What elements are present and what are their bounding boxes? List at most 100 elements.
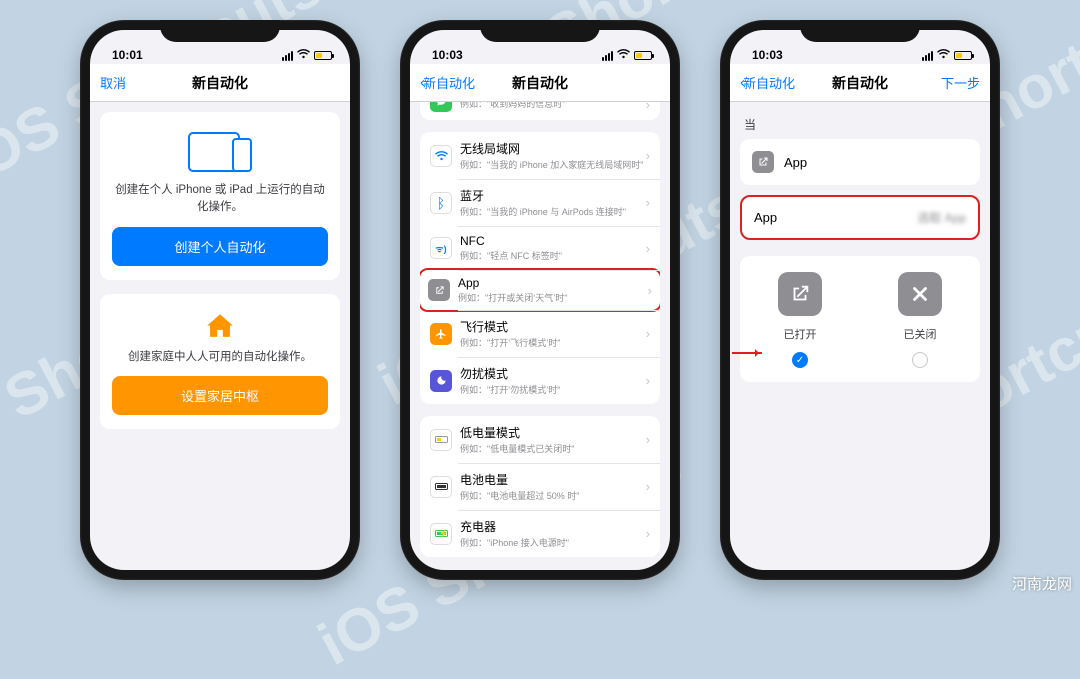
battery-level-icon	[430, 476, 452, 498]
option-closed[interactable]: 已关闭	[860, 272, 980, 368]
wifi-icon	[430, 145, 452, 167]
back-button[interactable]: ‹新自动化	[740, 73, 798, 92]
choose-app-value: 选取 App	[917, 209, 966, 226]
battery-icon	[954, 51, 972, 60]
close-x-icon	[898, 272, 942, 316]
next-button[interactable]: 下一步	[922, 73, 980, 92]
trigger-row-wifi[interactable]: 无线局域网例如："当我的 iPhone 加入家庭无线局域网时" ›	[420, 132, 660, 179]
section-label-when: 当	[744, 116, 976, 133]
card-description: 创建家庭中人人可用的自动化操作。	[112, 349, 328, 366]
phone-3: 10:03 ‹新自动化 新自动化 下一步 当 App App 选取 App	[720, 20, 1000, 580]
row-title: 充电器	[460, 518, 646, 535]
phone-1: 10:01 取消 新自动化 创建在个人 iPhone 或 iPad 上运行的自动…	[80, 20, 360, 580]
chevron-right-icon: ›	[646, 373, 650, 388]
radio-checked-icon[interactable]: ✓	[792, 352, 808, 368]
option-label: 已打开	[784, 326, 817, 342]
row-title: 低电量模式	[460, 424, 646, 441]
nav-bar: ‹新自动化 新自动化 下一步	[730, 64, 990, 102]
notch	[480, 20, 600, 42]
airplane-icon	[430, 323, 452, 345]
when-app-label: App	[784, 155, 968, 170]
option-label: 已关闭	[904, 326, 937, 342]
trigger-row-messages[interactable]: 例如："收到妈妈的信息时" ›	[420, 102, 660, 120]
home-automation-card: 创建家庭中人人可用的自动化操作。 设置家居中枢	[100, 294, 340, 429]
charger-icon: ⚡	[430, 523, 452, 545]
chevron-right-icon: ›	[646, 241, 650, 256]
chevron-right-icon: ›	[646, 326, 650, 341]
row-title: 无线局域网	[460, 140, 646, 157]
row-subtitle: 例如："低电量模式已关闭时"	[460, 442, 646, 455]
nav-bar: ‹新自动化 新自动化	[410, 64, 670, 102]
chevron-right-icon: ›	[646, 432, 650, 447]
nav-bar: 取消 新自动化	[90, 64, 350, 102]
devices-illustration-icon	[112, 128, 328, 172]
cancel-button[interactable]: 取消	[100, 73, 158, 92]
page-title: 新自动化	[832, 73, 888, 93]
back-button[interactable]: ‹新自动化	[420, 73, 478, 92]
page-title: 新自动化	[192, 73, 248, 93]
chevron-right-icon: ›	[646, 195, 650, 210]
notch	[160, 20, 280, 42]
row-title: 蓝牙	[460, 187, 646, 204]
wifi-icon	[617, 49, 630, 62]
row-subtitle: 例如："当我的 iPhone 与 AirPods 连接时"	[460, 205, 646, 218]
phone-2: 10:03 ‹新自动化 新自动化 例如："收到妈妈的信息时" ›	[400, 20, 680, 580]
chevron-right-icon: ›	[646, 148, 650, 163]
row-subtitle: 例如："轻点 NFC 标签时"	[460, 249, 646, 262]
trigger-row-nfc[interactable]: ᯤ) NFC例如："轻点 NFC 标签时" ›	[420, 226, 660, 270]
signal-icon	[922, 51, 933, 61]
trigger-row-app[interactable]: App例如："打开或关闭‘天气’时" ›	[420, 268, 660, 312]
chevron-right-icon: ›	[648, 283, 652, 298]
open-arrow-icon	[752, 151, 774, 173]
when-app-row: App	[740, 139, 980, 185]
row-subtitle: 例如："电池电量超过 50% 时"	[460, 489, 646, 502]
row-subtitle: 例如："当我的 iPhone 加入家庭无线局域网时"	[460, 158, 646, 171]
row-title: App	[458, 276, 648, 290]
row-subtitle: 例如："收到妈妈的信息时"	[460, 102, 646, 110]
row-subtitle: 例如："打开‘勿扰模式’时"	[460, 383, 646, 396]
radio-unchecked-icon[interactable]	[912, 352, 928, 368]
bluetooth-icon: ᛒ	[430, 192, 452, 214]
nfc-icon: ᯤ)	[430, 237, 452, 259]
setup-home-hub-button[interactable]: 设置家居中枢	[112, 376, 328, 415]
chevron-right-icon: ›	[646, 479, 650, 494]
row-title: 飞行模式	[460, 318, 646, 335]
trigger-row-charger[interactable]: ⚡ 充电器例如："iPhone 接入电源时" ›	[420, 510, 660, 557]
messages-icon	[430, 102, 452, 112]
chevron-right-icon: ›	[646, 526, 650, 541]
low-power-icon	[430, 429, 452, 451]
create-personal-automation-button[interactable]: 创建个人自动化	[112, 227, 328, 266]
open-arrow-icon	[778, 272, 822, 316]
row-subtitle: 例如："iPhone 接入电源时"	[460, 536, 646, 549]
home-icon	[112, 310, 328, 349]
row-subtitle: 例如："打开或关闭‘天气’时"	[458, 291, 648, 304]
battery-icon	[314, 51, 332, 60]
row-title: 勿扰模式	[460, 365, 646, 382]
card-description: 创建在个人 iPhone 或 iPad 上运行的自动化操作。	[112, 182, 328, 217]
annotation-arrow-icon	[732, 352, 762, 354]
corner-watermark: 河南龙网	[1012, 573, 1072, 594]
status-time: 10:01	[112, 48, 143, 62]
personal-automation-card: 创建在个人 iPhone 或 iPad 上运行的自动化操作。 创建个人自动化	[100, 112, 340, 280]
trigger-row-bluetooth[interactable]: ᛒ 蓝牙例如："当我的 iPhone 与 AirPods 连接时" ›	[420, 179, 660, 226]
trigger-row-airplane[interactable]: 飞行模式例如："打开‘飞行模式’时" ›	[420, 310, 660, 357]
trigger-row-low-power[interactable]: 低电量模式例如："低电量模式已关闭时" ›	[420, 416, 660, 463]
page-title: 新自动化	[512, 73, 568, 93]
moon-icon	[430, 370, 452, 392]
notch	[800, 20, 920, 42]
row-subtitle: 例如："打开‘飞行模式’时"	[460, 336, 646, 349]
choose-app-label: App	[754, 210, 917, 225]
choose-app-row[interactable]: App 选取 App	[740, 195, 980, 240]
signal-icon	[602, 51, 613, 61]
app-icon	[428, 279, 450, 301]
wifi-icon	[937, 49, 950, 62]
status-time: 10:03	[752, 48, 783, 62]
row-title: NFC	[460, 234, 646, 248]
trigger-row-battery[interactable]: 电池电量例如："电池电量超过 50% 时" ›	[420, 463, 660, 510]
chevron-right-icon: ›	[646, 102, 650, 112]
signal-icon	[282, 51, 293, 61]
wifi-icon	[297, 49, 310, 62]
status-time: 10:03	[432, 48, 463, 62]
trigger-row-dnd[interactable]: 勿扰模式例如："打开‘勿扰模式’时" ›	[420, 357, 660, 404]
battery-icon	[634, 51, 652, 60]
